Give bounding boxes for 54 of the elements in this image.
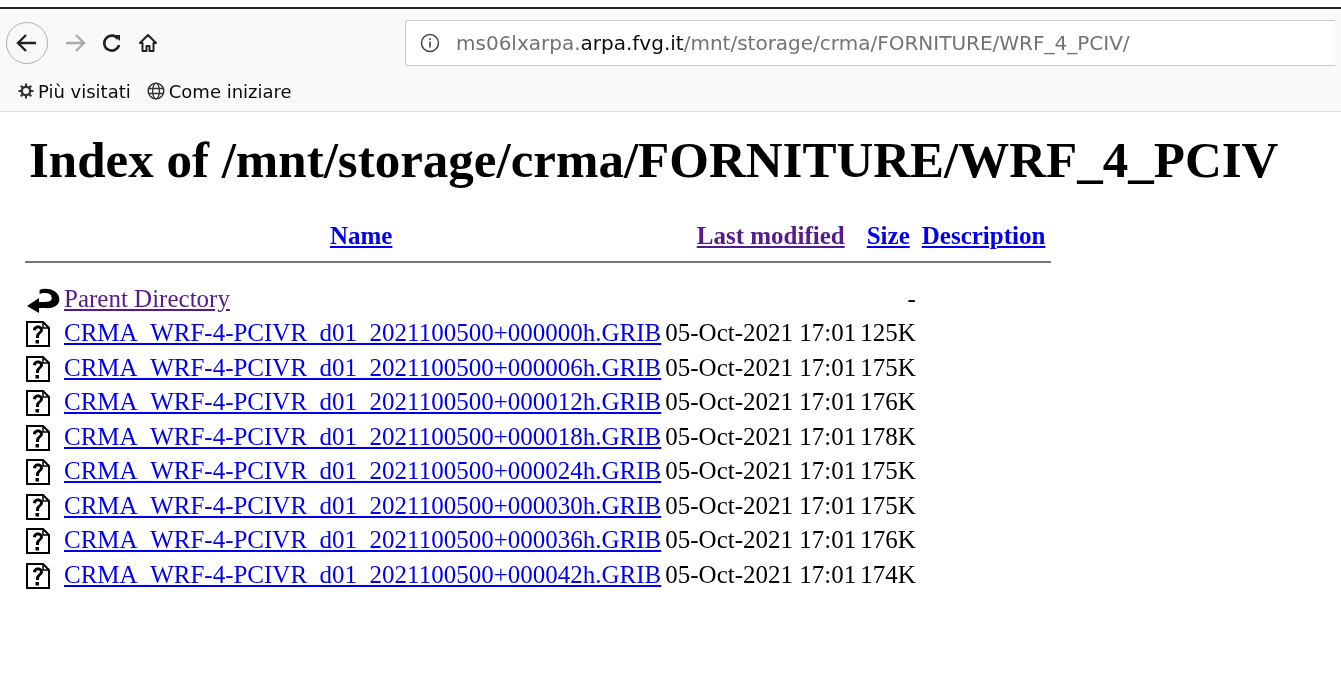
file-size: 175K xyxy=(860,457,916,485)
column-header-link[interactable]: Description xyxy=(921,221,1046,249)
file-link[interactable]: CRMA_WRF-4-PCIVR_d01_2021100500+000030h.GRIB xyxy=(64,491,662,519)
page-heading: Index of /mnt/storage/crma/FORNITURE/WRF_4_PCIV xyxy=(29,131,1280,190)
file-size: 175K xyxy=(860,491,916,519)
file-size: 176K xyxy=(860,388,916,416)
modified-date: 05-Oct-2021 17:01 xyxy=(665,319,857,347)
url-text: ms06lxarpa.arpa.fvg.it/mnt/storage/crma/FORNITURE/WRF_4_PCIV/ xyxy=(456,30,1130,57)
modified-date: 05-Oct-2021 17:01 xyxy=(665,388,857,416)
unknown-file-icon xyxy=(25,390,51,417)
back-button[interactable] xyxy=(6,22,48,64)
modified-date: 05-Oct-2021 17:01 xyxy=(665,457,857,485)
forward-arrow-icon xyxy=(64,33,86,53)
modified-date: 05-Oct-2021 17:01 xyxy=(665,560,857,588)
unknown-file-icon xyxy=(25,562,51,589)
file-link[interactable]: CRMA_WRF-4-PCIVR_d01_2021100500+000006h.GRIB xyxy=(64,353,662,381)
modified-date: 05-Oct-2021 17:01 xyxy=(665,422,857,450)
unknown-file-icon xyxy=(25,528,51,555)
home-icon xyxy=(138,33,158,53)
file-link[interactable]: CRMA_WRF-4-PCIVR_d01_2021100500+000018h.GRIB xyxy=(64,422,662,450)
reload-button[interactable] xyxy=(102,33,122,53)
file-link[interactable]: CRMA_WRF-4-PCIVR_d01_2021100500+000042h.GRIB xyxy=(64,560,662,588)
bookmark-link[interactable]: Come iniziare xyxy=(168,77,292,105)
column-header-link[interactable]: Last modified xyxy=(696,221,845,249)
file-size: 125K xyxy=(860,319,916,347)
file-size: 178K xyxy=(860,422,916,450)
file-link[interactable]: Parent Directory xyxy=(64,284,230,312)
file-link[interactable]: CRMA_WRF-4-PCIVR_d01_2021100500+000000h.GRIB xyxy=(64,319,662,347)
file-link[interactable]: CRMA_WRF-4-PCIVR_d01_2021100500+000012h.GRIB xyxy=(64,388,662,416)
unknown-file-icon xyxy=(25,493,51,520)
back-arrow-icon xyxy=(16,33,38,53)
column-header-link[interactable]: Size xyxy=(866,221,910,249)
home-button[interactable] xyxy=(138,33,158,53)
file-size: 174K xyxy=(860,560,916,588)
file-size: - xyxy=(907,284,916,312)
info-icon xyxy=(420,33,440,53)
bookmark-link[interactable]: Più visitati xyxy=(38,77,131,105)
globe-icon xyxy=(146,82,165,100)
gear-icon xyxy=(18,83,34,99)
file-size: 176K xyxy=(860,526,916,554)
file-link[interactable]: CRMA_WRF-4-PCIVR_d01_2021100500+000024h.GRIB xyxy=(64,457,662,485)
modified-date: 05-Oct-2021 17:01 xyxy=(665,491,857,519)
modified-date: 05-Oct-2021 17:01 xyxy=(665,526,857,554)
unknown-file-icon xyxy=(25,321,51,348)
file-link[interactable]: CRMA_WRF-4-PCIVR_d01_2021100500+000036h.GRIB xyxy=(64,526,662,554)
modified-date: 05-Oct-2021 17:01 xyxy=(665,353,857,381)
address-bar[interactable]: ms06lxarpa.arpa.fvg.it/mnt/storage/crma/FORNITURE/WRF_4_PCIV/ xyxy=(405,20,1335,66)
unknown-file-icon xyxy=(25,424,51,451)
unknown-file-icon xyxy=(25,355,51,382)
back-curved-arrow-icon xyxy=(25,286,61,313)
file-size: 175K xyxy=(860,353,916,381)
reload-icon xyxy=(102,33,122,53)
unknown-file-icon xyxy=(25,459,51,486)
column-header-link[interactable]: Name xyxy=(329,221,393,249)
